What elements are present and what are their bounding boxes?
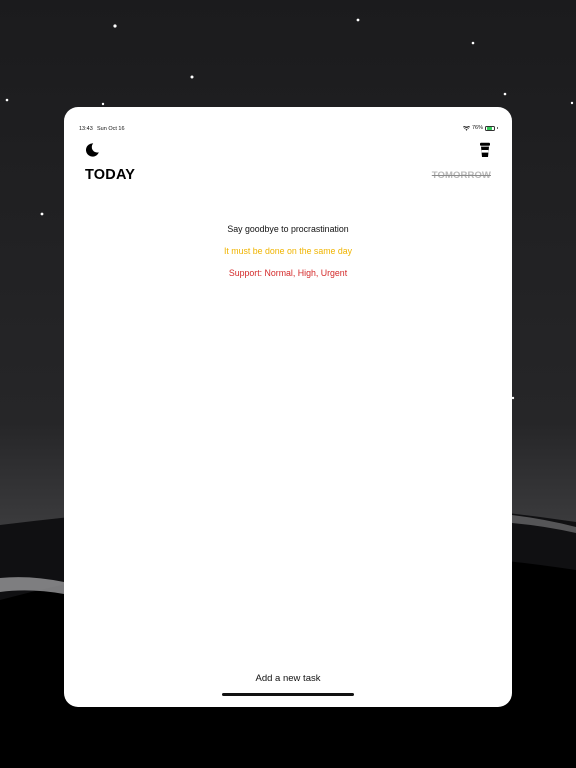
app-window: 13:43 Sun Oct 16 76% TODAY TOMORROW Say … xyxy=(64,107,512,707)
tab-today[interactable]: TODAY xyxy=(85,167,135,183)
battery-icon xyxy=(485,125,495,131)
moon-icon[interactable] xyxy=(84,142,100,158)
wifi-icon xyxy=(462,125,470,131)
home-indicator[interactable] xyxy=(222,693,354,696)
status-date: Sun Oct 16 xyxy=(97,126,125,132)
status-bar: 13:43 Sun Oct 16 76% xyxy=(64,107,512,132)
empty-state-hints: Say goodbye to procrastination It must b… xyxy=(64,224,512,290)
battery-level xyxy=(486,127,492,130)
hint-procrastination: Say goodbye to procrastination xyxy=(227,224,349,234)
hint-priority-levels: Support: Normal, High, Urgent xyxy=(228,268,348,278)
status-right: 76% xyxy=(462,125,498,131)
battery-percent: 76% xyxy=(471,125,483,131)
coffee-cup-icon[interactable] xyxy=(478,142,492,158)
hint-same-day: It must be done on the same day xyxy=(223,246,353,256)
tab-tomorrow[interactable]: TOMORROW xyxy=(432,170,491,181)
battery-tip xyxy=(497,127,498,129)
status-time: 13:43 xyxy=(79,126,93,132)
add-task-button[interactable]: Add a new task xyxy=(64,673,512,684)
